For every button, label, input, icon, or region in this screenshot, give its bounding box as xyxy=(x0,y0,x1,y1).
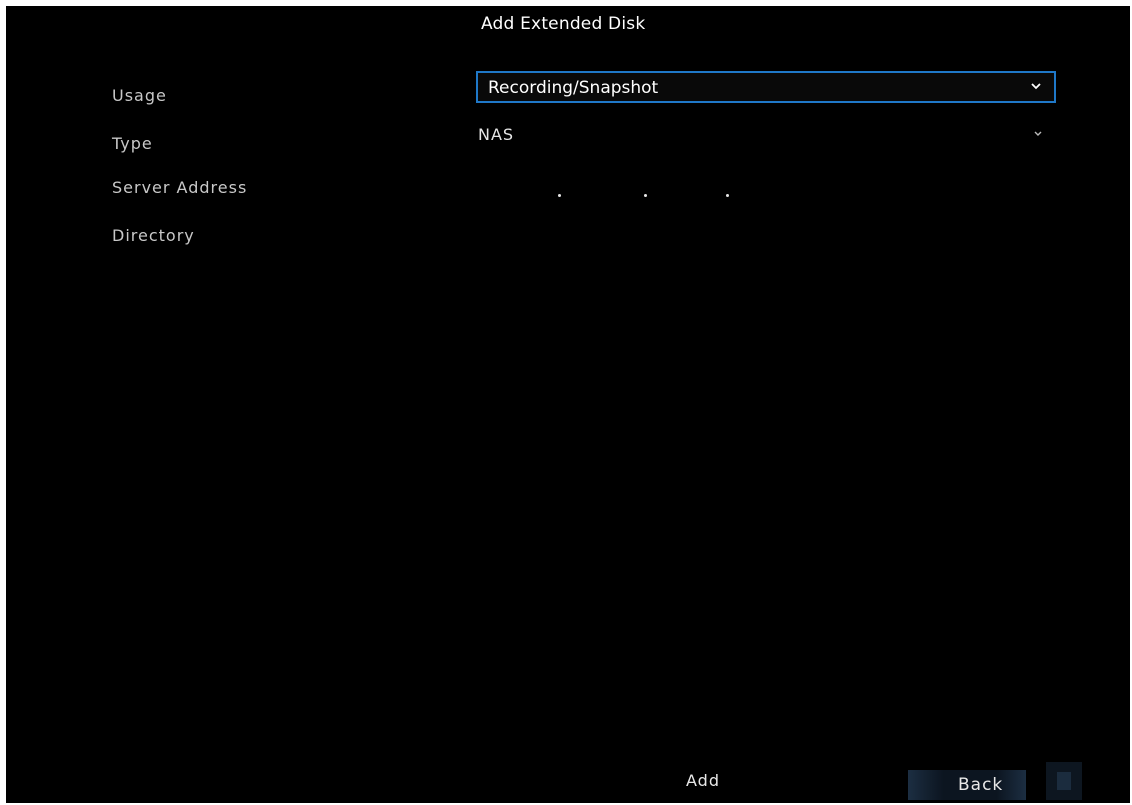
scroll-button[interactable] xyxy=(1046,762,1082,800)
back-button[interactable]: Back xyxy=(908,770,1026,800)
back-button-label: Back xyxy=(958,775,1004,795)
ip-separator-dot xyxy=(558,194,561,197)
directory-input[interactable] xyxy=(476,220,1056,250)
usage-select[interactable]: Recording/Snapshot xyxy=(476,71,1056,103)
add-button[interactable]: Add xyxy=(686,771,720,790)
add-extended-disk-dialog: Add Extended Disk Usage Recording/Snapsh… xyxy=(6,6,1130,803)
dialog-title: Add Extended Disk xyxy=(481,14,646,34)
usage-select-value: Recording/Snapshot xyxy=(488,78,659,98)
ip-separator-dot xyxy=(644,194,647,197)
usage-label: Usage xyxy=(112,86,167,105)
scroll-handle-icon xyxy=(1057,772,1071,790)
directory-label: Directory xyxy=(112,226,195,245)
type-select[interactable]: NAS xyxy=(476,120,1056,152)
type-label: Type xyxy=(112,134,153,153)
chevron-down-icon xyxy=(1031,83,1041,90)
server-address-ip-input[interactable] xyxy=(476,172,1056,202)
ip-separator-dot xyxy=(726,194,729,197)
type-select-value: NAS xyxy=(478,125,515,144)
chevron-down-icon xyxy=(1034,131,1042,136)
server-address-label: Server Address xyxy=(112,178,248,197)
